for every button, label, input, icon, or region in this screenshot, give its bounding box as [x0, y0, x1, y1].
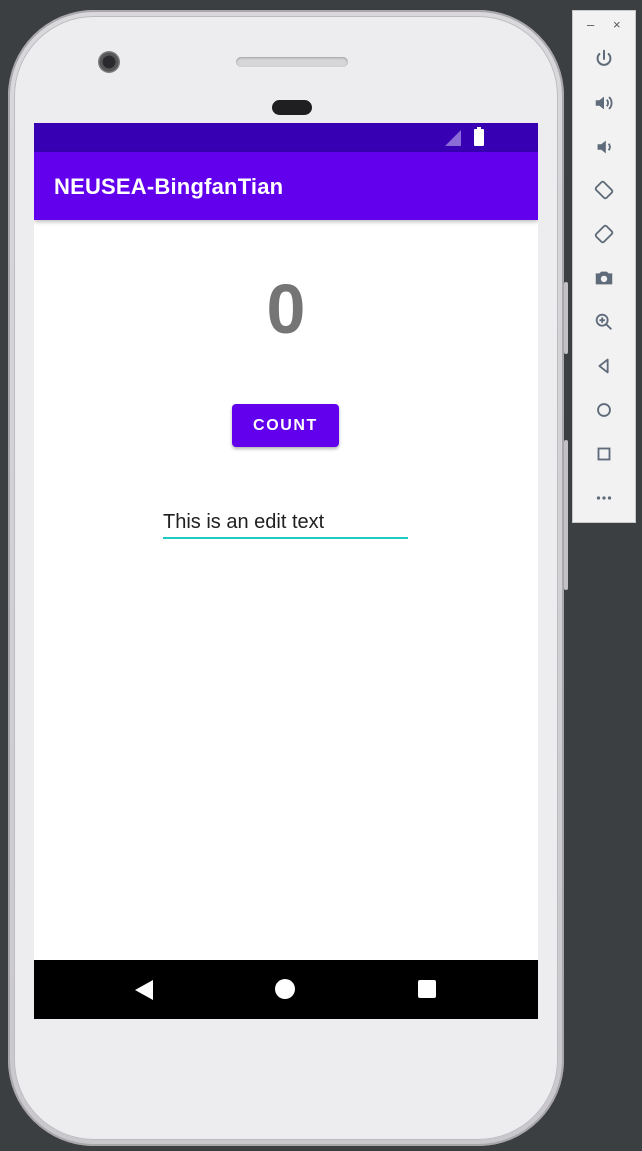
volume-down-icon[interactable] [590, 133, 618, 161]
minimize-button[interactable]: – [587, 18, 594, 32]
navigation-bar [34, 960, 538, 1019]
volume-up-icon[interactable] [590, 89, 618, 117]
camera-icon[interactable] [590, 264, 618, 292]
proximity-sensor [272, 100, 312, 115]
nav-recents-icon[interactable] [418, 980, 436, 998]
overview-icon[interactable] [590, 440, 618, 468]
rotate-left-icon[interactable] [590, 176, 618, 204]
volume-side-button [564, 440, 568, 590]
device-screen: NEUSEA-BingfanTian 0 COUNT [34, 123, 538, 1019]
power-side-button [564, 282, 568, 354]
battery-icon [474, 127, 484, 146]
close-button[interactable]: × [613, 18, 621, 32]
nav-home-icon[interactable] [275, 979, 295, 999]
count-display: 0 [266, 270, 306, 348]
signal-icon [445, 130, 461, 146]
back-icon[interactable] [590, 352, 618, 380]
app-title: NEUSEA-BingfanTian [54, 174, 284, 199]
status-bar [34, 123, 538, 152]
edit-text-field[interactable] [163, 507, 408, 539]
emulator-toolbar: – × [572, 10, 636, 523]
front-camera [98, 51, 120, 73]
rotate-right-icon[interactable] [590, 220, 618, 248]
earpiece-speaker [236, 57, 348, 67]
count-button[interactable]: COUNT [232, 404, 339, 447]
app-bar: NEUSEA-BingfanTian [34, 152, 538, 220]
nav-back-icon[interactable] [135, 980, 153, 1000]
zoom-icon[interactable] [590, 308, 618, 336]
more-icon[interactable] [590, 484, 618, 512]
home-icon[interactable] [590, 396, 618, 424]
power-icon[interactable] [590, 45, 618, 73]
